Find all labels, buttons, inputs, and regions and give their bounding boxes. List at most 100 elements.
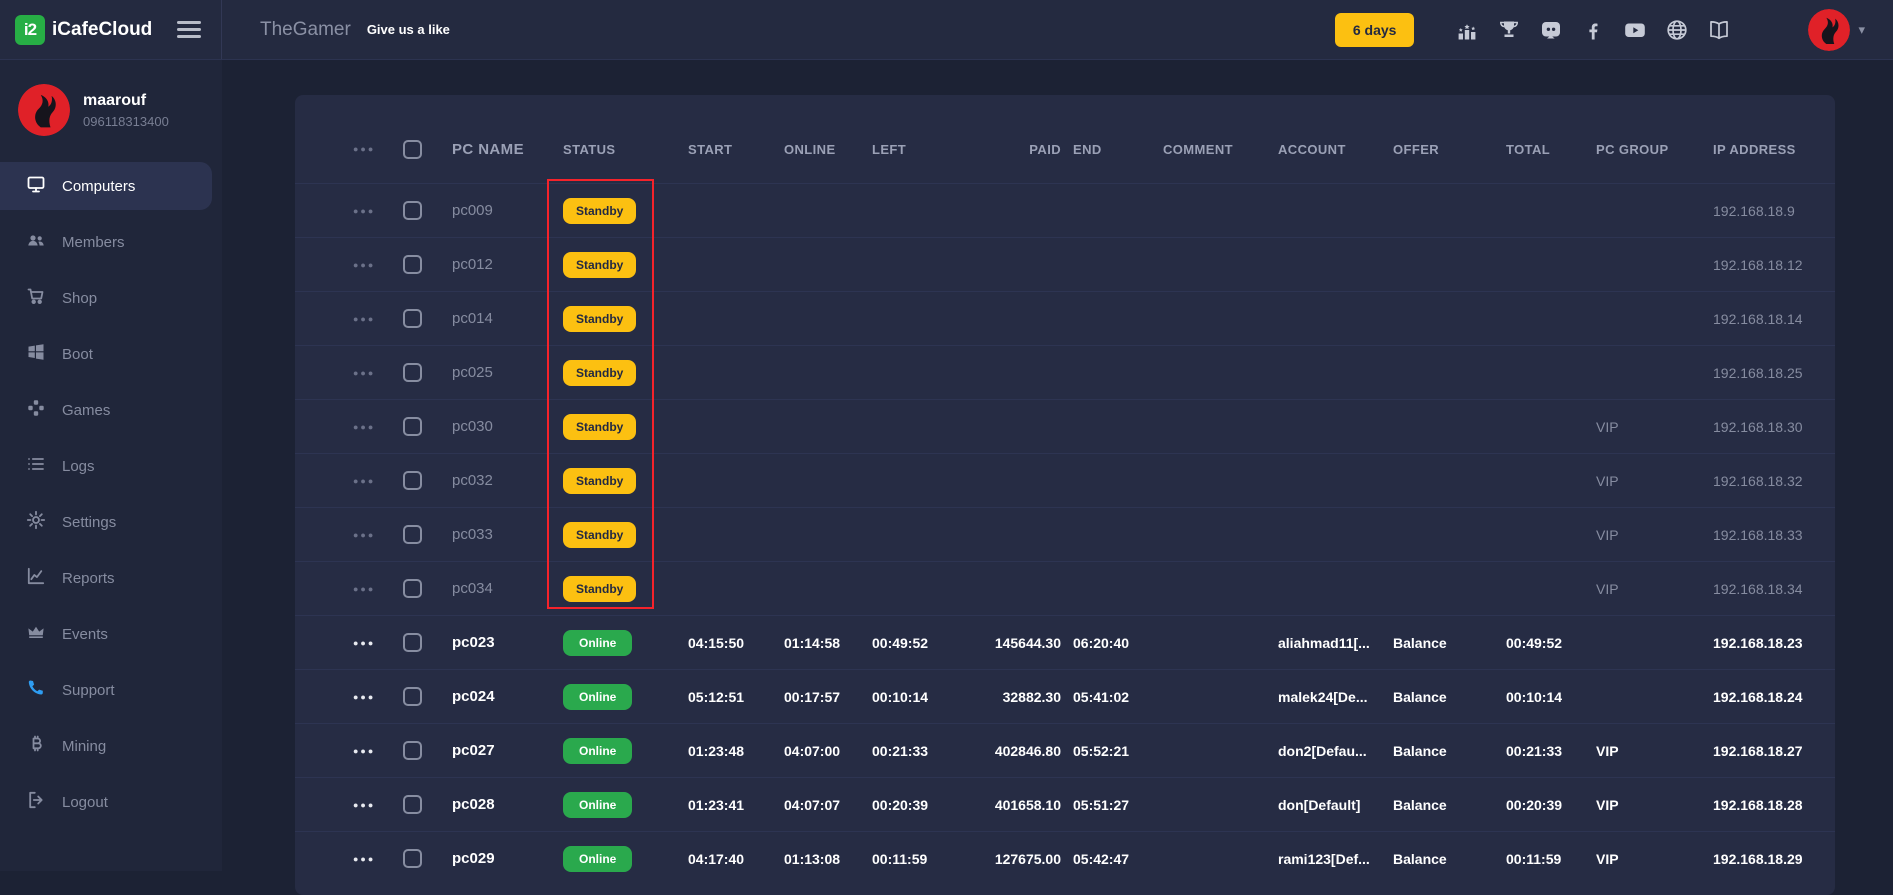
row-checkbox[interactable] (403, 687, 422, 706)
sidebar-item-settings[interactable]: Settings (0, 498, 222, 546)
row-menu-button[interactable]: ●●● (345, 422, 395, 432)
guide-icon[interactable] (1706, 17, 1732, 43)
status-badge: Online (563, 792, 632, 818)
row-menu-button[interactable]: ●●● (345, 692, 395, 702)
table-row: ●●● pc029 Online 04:17:4001:13:0800:11:5… (295, 831, 1835, 885)
row-menu-button[interactable]: ●●● (345, 638, 395, 648)
cell-pc-name[interactable]: pc027 (445, 742, 555, 759)
trophy-icon[interactable] (1496, 17, 1522, 43)
account-menu[interactable]: ▾ (1808, 9, 1865, 51)
row-menu-button[interactable]: ●●● (345, 530, 395, 540)
row-checkbox[interactable] (403, 255, 422, 274)
row-menu-button[interactable]: ●●● (345, 206, 395, 216)
row-checkbox[interactable] (403, 525, 422, 544)
cell-paid: 145644.30 (960, 635, 1065, 651)
cell-account: rami123[Def... (1270, 851, 1385, 867)
youtube-icon[interactable] (1622, 17, 1648, 43)
give-us-a-like-link[interactable]: Give us a like (367, 22, 450, 37)
col-account[interactable]: ACCOUNT (1270, 142, 1385, 157)
col-status[interactable]: STATUS (555, 142, 680, 157)
col-start[interactable]: START (680, 142, 776, 157)
cell-pc-name[interactable]: pc034 (445, 580, 555, 597)
col-pc-name[interactable]: PC NAME (445, 141, 555, 158)
menu-toggle-icon[interactable] (177, 21, 201, 38)
row-checkbox[interactable] (403, 795, 422, 814)
status-badge: Online (563, 684, 632, 710)
sidebar-item-support[interactable]: Support (0, 666, 222, 714)
cell-pc-name[interactable]: pc025 (445, 364, 555, 381)
row-checkbox[interactable] (403, 849, 422, 868)
sidebar-item-boot[interactable]: Boot (0, 330, 222, 378)
sidebar-item-members[interactable]: Members (0, 218, 222, 266)
col-online[interactable]: ONLINE (776, 142, 864, 157)
sidebar-item-reports[interactable]: Reports (0, 554, 222, 602)
topbar-brand-section: i2 iCafeCloud (0, 0, 222, 59)
app-logo[interactable]: i2 iCafeCloud (15, 15, 152, 45)
row-menu-button[interactable]: ●●● (345, 746, 395, 756)
col-end[interactable]: END (1065, 142, 1155, 157)
row-checkbox[interactable] (403, 417, 422, 436)
row-menu-button[interactable]: ●●● (345, 476, 395, 486)
sidebar-item-logout[interactable]: Logout (0, 778, 222, 826)
row-checkbox[interactable] (403, 633, 422, 652)
globe-icon[interactable] (1664, 17, 1690, 43)
cell-pc-name[interactable]: pc033 (445, 526, 555, 543)
row-checkbox[interactable] (403, 579, 422, 598)
row-menu-button[interactable]: ●●● (345, 260, 395, 270)
user-block[interactable]: maarouf 096118313400 (0, 60, 222, 158)
row-menu-button[interactable]: ●●● (345, 584, 395, 594)
cell-pc-name[interactable]: pc009 (445, 202, 555, 219)
row-checkbox[interactable] (403, 309, 422, 328)
discord-icon[interactable] (1538, 17, 1564, 43)
select-all-checkbox[interactable] (403, 140, 422, 159)
sidebar-item-computers[interactable]: Computers (0, 162, 212, 210)
header-menu-icon[interactable]: ●●● (345, 144, 395, 154)
cell-pc-name[interactable]: pc029 (445, 850, 555, 867)
sidebar-item-shop[interactable]: Shop (0, 274, 222, 322)
cell-start: 01:23:41 (680, 797, 776, 813)
cell-offer: Balance (1385, 689, 1498, 705)
cell-ip: 192.168.18.33 (1705, 527, 1835, 543)
cell-online: 00:17:57 (776, 689, 864, 705)
cell-pc-name[interactable]: pc028 (445, 796, 555, 813)
sidebar-item-mining[interactable]: Mining (0, 722, 222, 770)
col-left[interactable]: LEFT (864, 142, 960, 157)
sidebar-item-label: Logs (62, 458, 95, 475)
table-row: ●●● pc033 Standby VIP192.168.18.33 (295, 507, 1835, 561)
cell-pc-name[interactable]: pc030 (445, 418, 555, 435)
row-checkbox[interactable] (403, 363, 422, 382)
col-pc-group[interactable]: PC GROUP (1588, 142, 1705, 157)
row-checkbox[interactable] (403, 741, 422, 760)
row-checkbox[interactable] (403, 201, 422, 220)
row-menu-button[interactable]: ●●● (345, 800, 395, 810)
cell-ip: 192.168.18.29 (1705, 851, 1835, 867)
table-row: ●●● pc028 Online 01:23:4104:07:0700:20:3… (295, 777, 1835, 831)
ranking-icon[interactable] (1454, 17, 1480, 43)
logout-icon (26, 790, 46, 814)
days-remaining-button[interactable]: 6 days (1335, 13, 1415, 47)
col-paid[interactable]: PAID (960, 142, 1065, 157)
cell-pc-name[interactable]: pc014 (445, 310, 555, 327)
table-row: ●●● pc025 Standby 192.168.18.25 (295, 345, 1835, 399)
row-menu-button[interactable]: ●●● (345, 368, 395, 378)
col-offer[interactable]: OFFER (1385, 142, 1498, 157)
cell-paid: 401658.10 (960, 797, 1065, 813)
cell-pc-name[interactable]: pc032 (445, 472, 555, 489)
cell-online: 04:07:07 (776, 797, 864, 813)
col-total[interactable]: TOTAL (1498, 142, 1588, 157)
sidebar-item-events[interactable]: Events (0, 610, 222, 658)
col-ip-address[interactable]: IP ADDRESS (1705, 142, 1835, 157)
sidebar-item-games[interactable]: Games (0, 386, 222, 434)
row-menu-button[interactable]: ●●● (345, 854, 395, 864)
sidebar-item-logs[interactable]: Logs (0, 442, 222, 490)
cart-icon (26, 286, 46, 310)
topbar-actions: 6 days ▾ (1335, 9, 1893, 51)
col-comment[interactable]: COMMENT (1155, 142, 1270, 157)
cell-group: VIP (1588, 527, 1705, 543)
row-menu-button[interactable]: ●●● (345, 314, 395, 324)
cell-pc-name[interactable]: pc024 (445, 688, 555, 705)
cell-pc-name[interactable]: pc023 (445, 634, 555, 651)
row-checkbox[interactable] (403, 471, 422, 490)
cell-pc-name[interactable]: pc012 (445, 256, 555, 273)
facebook-icon[interactable] (1580, 17, 1606, 43)
